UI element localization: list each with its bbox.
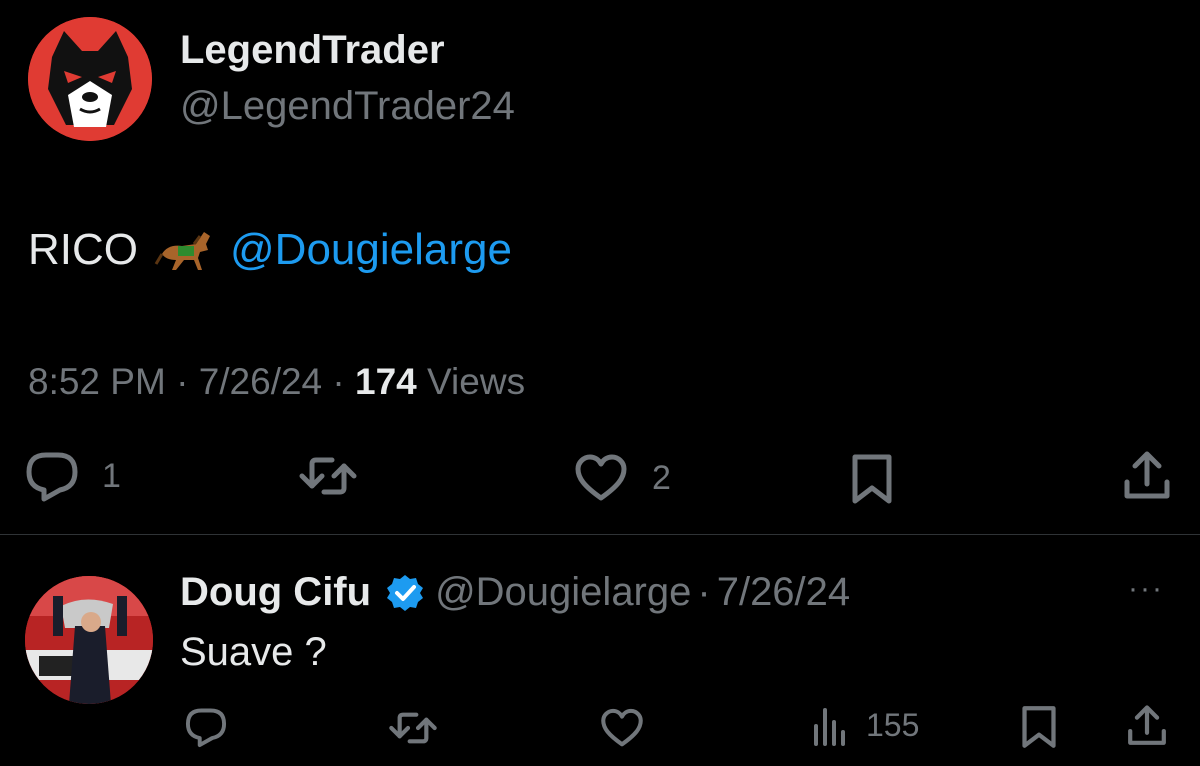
tweet-text: RICO @Dougielarge	[28, 224, 512, 276]
verified-badge-icon	[385, 573, 425, 613]
reply-views-count: 155	[866, 706, 920, 743]
reply-reply-button[interactable]	[184, 706, 228, 748]
tweet-meta: 8:52 PM · 7/26/24 · 174 Views	[28, 361, 525, 403]
reply-share-button[interactable]	[1126, 704, 1168, 748]
reply-retweet-button[interactable]	[388, 708, 438, 748]
shiba-logo-icon	[28, 17, 152, 141]
reply-author-avatar[interactable]	[25, 576, 153, 704]
heart-icon	[575, 454, 627, 501]
reply-button[interactable]: 1	[24, 450, 121, 502]
reply-bookmark-button[interactable]	[1020, 704, 1058, 750]
retweet-button[interactable]	[298, 452, 358, 500]
retweet-icon	[389, 712, 437, 744]
author-avatar[interactable]	[28, 17, 152, 141]
reply-like-button[interactable]	[600, 708, 644, 748]
like-button[interactable]: 2	[574, 454, 671, 502]
heart-icon	[601, 708, 643, 747]
bookmark-icon	[852, 454, 892, 504]
reply-date[interactable]: 7/26/24	[717, 570, 850, 615]
reply-author-name[interactable]: Doug Cifu	[180, 570, 371, 615]
share-button[interactable]	[1122, 450, 1172, 502]
bookmark-icon	[1022, 706, 1056, 748]
meta-separator: ·	[332, 361, 345, 402]
more-options-button[interactable]: ···	[1128, 572, 1164, 606]
author-handle[interactable]: @LegendTrader24	[180, 84, 515, 129]
reply-icon	[26, 452, 78, 502]
horse-emoji-icon	[154, 224, 214, 276]
share-icon	[1128, 705, 1166, 745]
tweet-date[interactable]: 7/26/24	[199, 361, 322, 402]
tweet-time[interactable]: 8:52 PM	[28, 361, 166, 402]
reply-count: 1	[102, 456, 121, 495]
analytics-icon	[814, 708, 845, 746]
avatar-photo-icon	[25, 576, 153, 704]
tweet-text-prefix: RICO	[28, 225, 138, 274]
meta-separator: ·	[176, 361, 189, 402]
retweet-icon	[299, 457, 357, 495]
views-count: 174	[355, 361, 417, 402]
reply-text: Suave ?	[180, 630, 327, 674]
divider	[0, 534, 1200, 535]
reply-views-button[interactable]: 155	[810, 704, 919, 746]
reply-icon	[185, 708, 227, 748]
meta-separator: ·	[697, 570, 711, 614]
author-name[interactable]: LegendTrader	[180, 28, 445, 73]
share-icon	[1124, 451, 1170, 499]
views-label: Views	[427, 361, 526, 402]
reply-header: Doug Cifu @Dougielarge · 7/26/24	[180, 570, 850, 615]
mention-link[interactable]: @Dougielarge	[230, 225, 512, 275]
bookmark-button[interactable]	[850, 452, 894, 506]
reply-author-handle[interactable]: @Dougielarge	[435, 570, 691, 615]
like-count: 2	[652, 458, 671, 497]
